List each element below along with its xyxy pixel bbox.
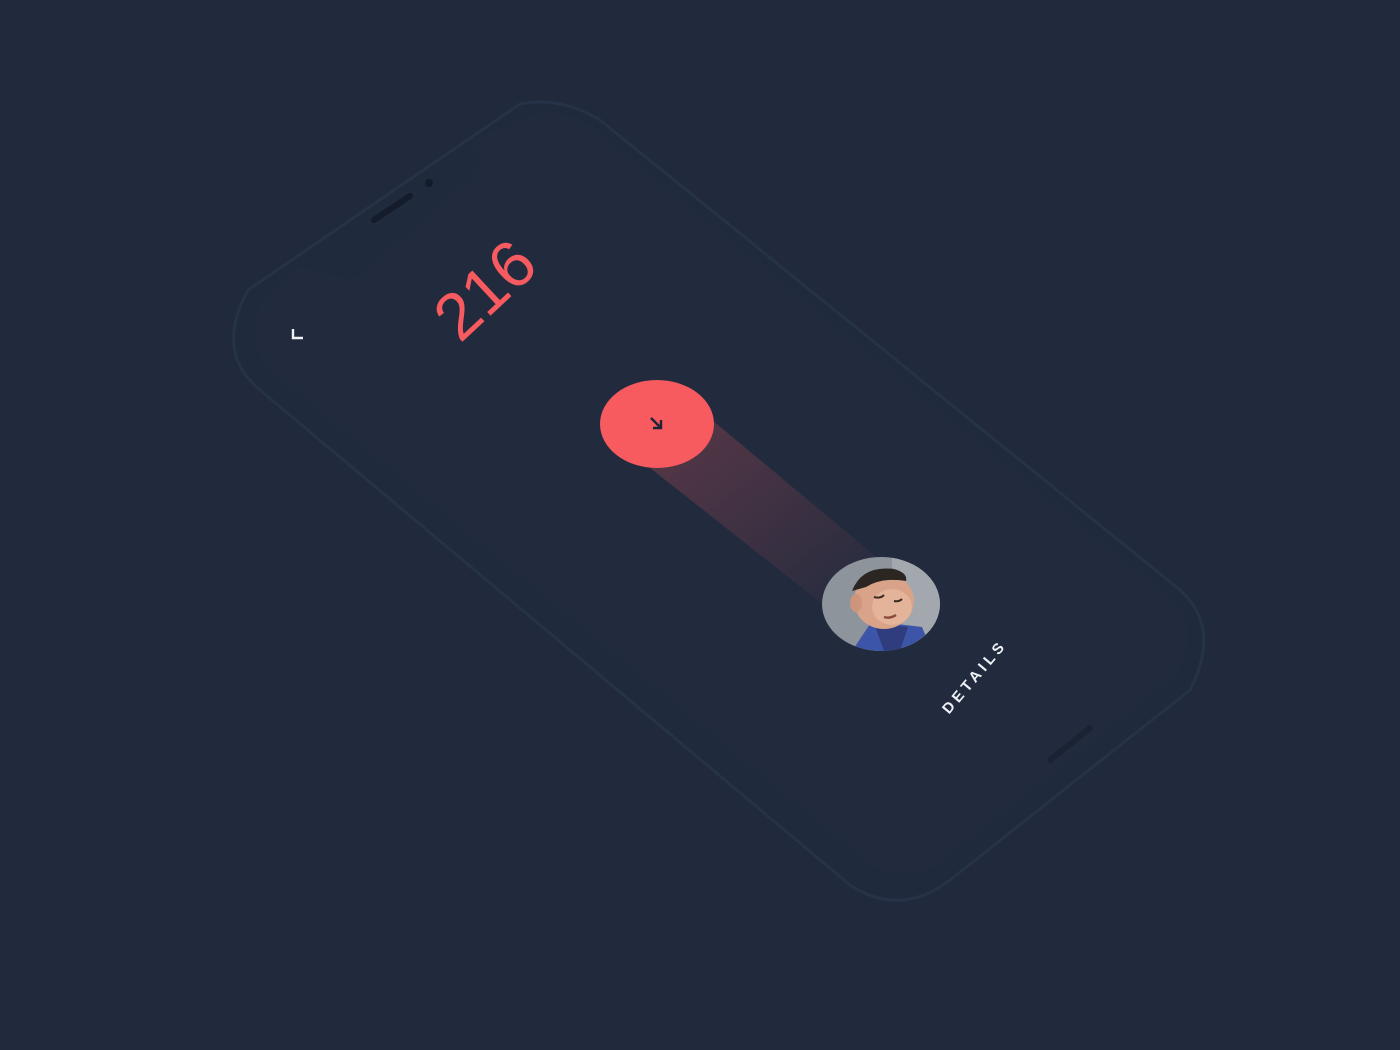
back-corner-icon[interactable] [290, 326, 306, 342]
action-button[interactable] [600, 380, 714, 468]
counter-value: 216 [430, 240, 550, 354]
arrow-down-right-icon [650, 417, 663, 430]
user-avatar[interactable] [822, 557, 940, 651]
counter-display: 216 ∞ [419, 210, 600, 360]
mockup-stage: 216 ∞ [0, 0, 1400, 1050]
notch-camera [425, 179, 433, 187]
phone-device [232, 100, 1206, 902]
